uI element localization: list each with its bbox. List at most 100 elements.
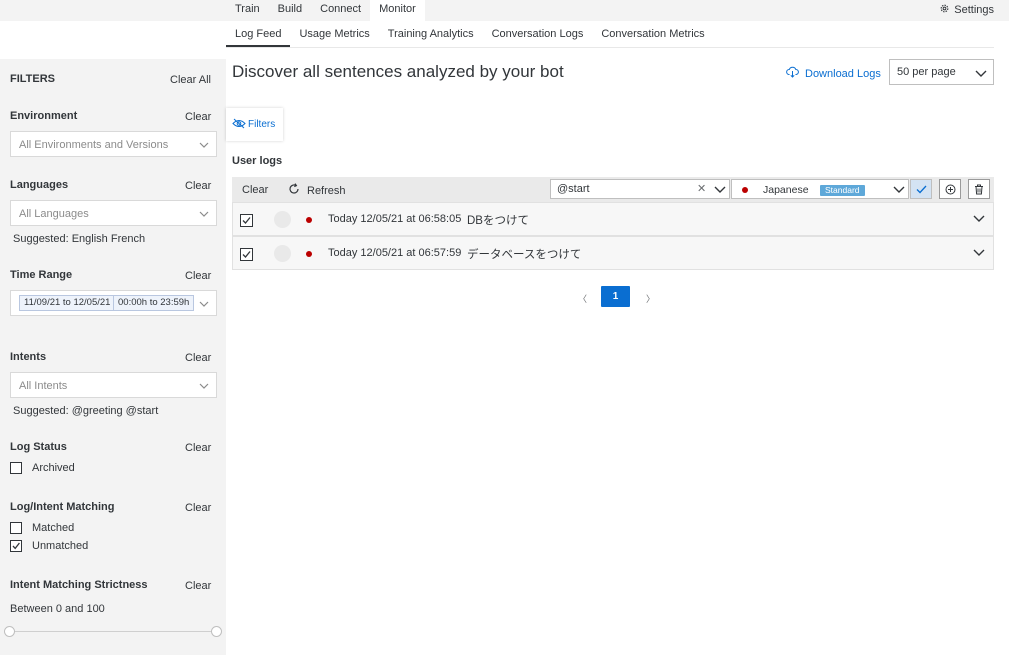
log-intent-matching-clear-button[interactable]: Clear — [185, 502, 211, 514]
tab-training-analytics[interactable]: Training Analytics — [379, 21, 483, 47]
standard-badge: Standard — [820, 185, 865, 196]
language-value: Japanese — [763, 184, 809, 196]
page-button-current[interactable]: 1 — [601, 286, 630, 307]
tab-usage-metrics[interactable]: Usage Metrics — [290, 21, 378, 47]
log-row[interactable]: Today 12/05/21 at 06:57:59 データベースをつけて — [232, 236, 994, 270]
cloud-download-icon — [786, 66, 799, 81]
chevron-down-icon — [199, 381, 209, 393]
apply-button[interactable] — [910, 179, 932, 199]
log-intent-matching-label: Log/Intent Matching — [10, 501, 115, 513]
status-dot — [306, 217, 312, 223]
settings-label: Settings — [954, 4, 994, 16]
log-message: データベースをつけて — [467, 249, 582, 261]
log-row-checkbox[interactable] — [240, 214, 253, 227]
strictness-slider-track[interactable] — [10, 631, 216, 632]
environment-select[interactable]: All Environments and Versions — [10, 131, 217, 157]
logs-toolbar: Clear Refresh @start ✕ Japanese Standard — [232, 177, 994, 202]
refresh-icon — [288, 183, 300, 198]
date-range-token[interactable]: 11/09/21 to 12/05/21 — [19, 295, 116, 311]
environment-clear-button[interactable]: Clear — [185, 111, 211, 123]
intent-filter-value: @start — [557, 183, 590, 195]
chevron-down-icon — [199, 140, 209, 152]
clear-selection-button[interactable]: Clear — [242, 184, 268, 196]
archive-icon — [945, 184, 955, 194]
tab-monitor[interactable]: Monitor — [370, 0, 425, 21]
log-status-clear-button[interactable]: Clear — [185, 442, 211, 454]
status-dot — [306, 251, 312, 257]
archived-label: Archived — [32, 462, 75, 474]
per-page-select[interactable]: 50 per page — [889, 59, 994, 85]
log-row-checkbox[interactable] — [240, 248, 253, 261]
log-timestamp: Today 12/05/21 at 06:57:59 — [328, 247, 462, 259]
chevron-down-icon — [975, 69, 987, 81]
subnav-divider — [226, 47, 994, 48]
chevron-down-icon — [893, 185, 905, 197]
strictness-range-text: Between 0 and 100 — [10, 603, 105, 615]
languages-placeholder: All Languages — [19, 208, 89, 220]
filters-title: FILTERS — [10, 73, 56, 85]
languages-select[interactable]: All Languages — [10, 200, 217, 226]
check-icon — [916, 185, 926, 193]
avatar — [274, 245, 291, 262]
chevron-down-icon — [199, 299, 209, 311]
clear-all-button[interactable]: Clear All — [170, 74, 211, 86]
settings-button[interactable]: Settings — [939, 3, 994, 17]
archive-button[interactable] — [939, 179, 961, 199]
archived-checkbox[interactable] — [10, 462, 22, 474]
top-bar — [0, 0, 1009, 21]
filters-sidebar: FILTERS Clear All Environment Clear All … — [0, 59, 226, 655]
chevron-right-icon[interactable]: 〉 — [646, 292, 655, 305]
refresh-button[interactable]: Refresh — [288, 183, 346, 198]
chevron-down-icon[interactable] — [973, 214, 985, 226]
tab-conversation-metrics[interactable]: Conversation Metrics — [592, 21, 713, 47]
download-logs-button[interactable]: Download Logs — [786, 66, 881, 81]
log-row[interactable]: Today 12/05/21 at 06:58:05 DBをつけて — [232, 202, 994, 236]
download-logs-label: Download Logs — [805, 67, 881, 80]
intent-filter-input[interactable]: @start ✕ — [550, 179, 730, 199]
tab-connect[interactable]: Connect — [311, 0, 370, 21]
eye-slash-icon — [232, 118, 246, 132]
chevron-left-icon[interactable]: 〈 — [578, 292, 587, 305]
languages-clear-button[interactable]: Clear — [185, 180, 211, 192]
sub-nav: Log Feed Usage Metrics Training Analytic… — [226, 21, 714, 47]
chevron-down-icon[interactable] — [973, 248, 985, 260]
unmatched-label: Unmatched — [32, 540, 89, 552]
intents-label: Intents — [10, 351, 47, 363]
environment-label: Environment — [10, 110, 78, 122]
time-range-select[interactable]: 11/09/21 to 12/05/21 00:00h to 23:59h — [10, 290, 217, 316]
avatar — [274, 211, 291, 228]
intents-select[interactable]: All Intents — [10, 372, 217, 398]
chevron-down-icon[interactable] — [714, 185, 726, 197]
checkmark-icon — [242, 251, 251, 258]
strictness-slider-min-handle[interactable] — [4, 626, 15, 637]
strictness-slider-max-handle[interactable] — [211, 626, 222, 637]
tab-build[interactable]: Build — [269, 0, 311, 21]
log-message: DBをつけて — [467, 215, 529, 227]
tab-conversation-logs[interactable]: Conversation Logs — [483, 21, 593, 47]
log-timestamp: Today 12/05/21 at 06:58:05 — [328, 213, 462, 225]
log-status-label: Log Status — [10, 441, 67, 453]
language-select[interactable]: Japanese Standard — [731, 179, 909, 199]
chevron-down-icon — [199, 209, 209, 221]
tab-log-feed[interactable]: Log Feed — [226, 21, 291, 47]
matched-label: Matched — [32, 522, 75, 534]
language-status-dot — [742, 187, 748, 193]
tab-train[interactable]: Train — [226, 0, 269, 21]
time-range-clear-button[interactable]: Clear — [185, 270, 211, 282]
delete-button[interactable] — [968, 179, 990, 199]
intents-clear-button[interactable]: Clear — [185, 352, 211, 364]
strictness-label: Intent Matching Strictness — [10, 579, 148, 591]
matched-checkbox[interactable] — [10, 522, 22, 534]
languages-suggested: Suggested: English French — [13, 233, 146, 245]
per-page-value: 50 per page — [897, 66, 956, 78]
time-range-token[interactable]: 00:00h to 23:59h — [113, 295, 195, 311]
languages-label: Languages — [10, 179, 69, 191]
page-title: Discover all sentences analyzed by your … — [232, 62, 564, 81]
strictness-clear-button[interactable]: Clear — [185, 580, 211, 592]
intents-placeholder: All Intents — [19, 380, 68, 392]
environment-placeholder: All Environments and Versions — [19, 139, 169, 151]
trash-icon — [975, 184, 983, 194]
unmatched-checkbox[interactable] — [10, 540, 22, 552]
clear-input-icon[interactable]: ✕ — [697, 182, 706, 195]
filters-toggle-button[interactable]: Filters — [226, 108, 283, 141]
